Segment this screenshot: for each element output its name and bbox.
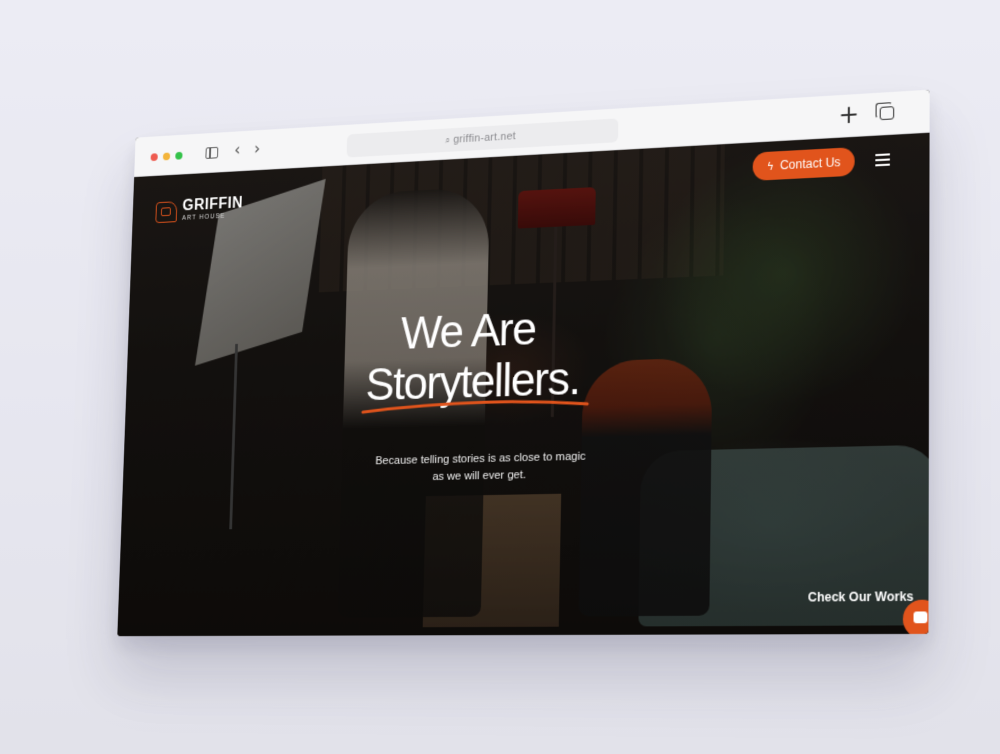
tab-overview-icon[interactable] [880,106,895,120]
hamburger-menu-icon[interactable] [875,153,890,165]
close-window-button[interactable] [151,153,158,161]
search-icon: ⌕ [445,136,450,146]
check-our-works-link[interactable]: Check Our Works [808,589,914,605]
forward-arrow-icon[interactable]: › [254,141,261,159]
stage: ‹ › ⌕ griffin-art.net + GRIFFIN ART HOUS… [0,0,1000,754]
back-arrow-icon[interactable]: ‹ [234,142,241,159]
maximize-window-button[interactable] [175,152,182,160]
contact-us-label: Contact Us [780,155,841,172]
site-logo[interactable]: GRIFFIN ART HOUSE [155,196,243,224]
minimize-window-button[interactable] [163,152,170,160]
sidebar-toggle-icon[interactable] [205,147,218,159]
headline-line-2: Storytellers. [365,352,580,410]
new-tab-icon[interactable]: + [838,102,859,128]
address-url: griffin-art.net [453,130,516,145]
griffin-logo-icon [155,201,177,223]
browser-window: ‹ › ⌕ griffin-art.net + GRIFFIN ART HOUS… [117,90,929,636]
contact-us-button[interactable]: ϟ Contact Us [753,147,855,181]
hero-section: GRIFFIN ART HOUSE ϟ Contact Us We Are St… [117,133,929,636]
lightning-icon: ϟ [766,159,773,173]
